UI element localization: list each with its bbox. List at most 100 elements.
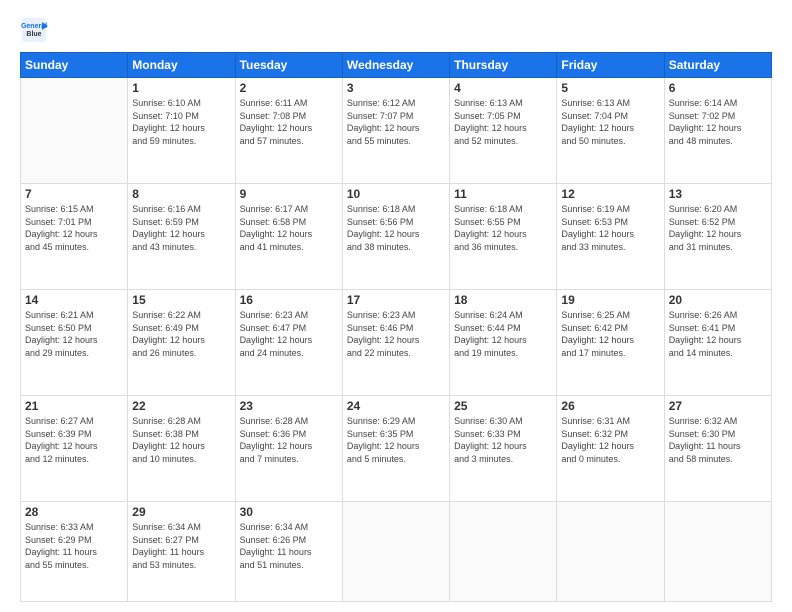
- calendar-cell: 22 Sunrise: 6:28 AM Sunset: 6:38 PM Dayli…: [128, 396, 235, 502]
- day-number: 22: [132, 399, 230, 413]
- calendar-cell: 24 Sunrise: 6:29 AM Sunset: 6:35 PM Dayli…: [342, 396, 449, 502]
- calendar-week-3: 14 Sunrise: 6:21 AM Sunset: 6:50 PM Dayli…: [21, 290, 772, 396]
- calendar-header-friday: Friday: [557, 53, 664, 78]
- day-info: Sunrise: 6:18 AM Sunset: 6:56 PM Dayligh…: [347, 203, 445, 253]
- calendar-cell: [450, 502, 557, 602]
- calendar-week-4: 21 Sunrise: 6:27 AM Sunset: 6:39 PM Dayli…: [21, 396, 772, 502]
- day-number: 11: [454, 187, 552, 201]
- day-number: 27: [669, 399, 767, 413]
- day-info: Sunrise: 6:21 AM Sunset: 6:50 PM Dayligh…: [25, 309, 123, 359]
- calendar-week-5: 28 Sunrise: 6:33 AM Sunset: 6:29 PM Dayli…: [21, 502, 772, 602]
- day-info: Sunrise: 6:14 AM Sunset: 7:02 PM Dayligh…: [669, 97, 767, 147]
- day-info: Sunrise: 6:25 AM Sunset: 6:42 PM Dayligh…: [561, 309, 659, 359]
- calendar-cell: 1 Sunrise: 6:10 AM Sunset: 7:10 PM Daylig…: [128, 78, 235, 184]
- day-info: Sunrise: 6:22 AM Sunset: 6:49 PM Dayligh…: [132, 309, 230, 359]
- day-number: 20: [669, 293, 767, 307]
- day-info: Sunrise: 6:20 AM Sunset: 6:52 PM Dayligh…: [669, 203, 767, 253]
- calendar-cell: [342, 502, 449, 602]
- day-number: 26: [561, 399, 659, 413]
- day-info: Sunrise: 6:15 AM Sunset: 7:01 PM Dayligh…: [25, 203, 123, 253]
- day-info: Sunrise: 6:26 AM Sunset: 6:41 PM Dayligh…: [669, 309, 767, 359]
- day-info: Sunrise: 6:28 AM Sunset: 6:36 PM Dayligh…: [240, 415, 338, 465]
- calendar-cell: [557, 502, 664, 602]
- calendar-header-row: SundayMondayTuesdayWednesdayThursdayFrid…: [21, 53, 772, 78]
- logo: General Blue: [20, 16, 52, 44]
- calendar-cell: 19 Sunrise: 6:25 AM Sunset: 6:42 PM Dayli…: [557, 290, 664, 396]
- calendar-cell: 11 Sunrise: 6:18 AM Sunset: 6:55 PM Dayli…: [450, 184, 557, 290]
- day-number: 17: [347, 293, 445, 307]
- day-info: Sunrise: 6:16 AM Sunset: 6:59 PM Dayligh…: [132, 203, 230, 253]
- calendar-cell: 5 Sunrise: 6:13 AM Sunset: 7:04 PM Daylig…: [557, 78, 664, 184]
- calendar-cell: 2 Sunrise: 6:11 AM Sunset: 7:08 PM Daylig…: [235, 78, 342, 184]
- calendar-cell: [21, 78, 128, 184]
- day-number: 8: [132, 187, 230, 201]
- day-number: 21: [25, 399, 123, 413]
- calendar-cell: 4Sunrise: 6:13 AM Sunset: 7:05 PM Daylig…: [450, 78, 557, 184]
- day-info: Sunrise: 6:10 AM Sunset: 7:10 PM Dayligh…: [132, 97, 230, 147]
- day-number: 16: [240, 293, 338, 307]
- day-info: Sunrise: 6:29 AM Sunset: 6:35 PM Dayligh…: [347, 415, 445, 465]
- calendar-cell: 13Sunrise: 6:20 AM Sunset: 6:52 PM Dayli…: [664, 184, 771, 290]
- day-info: Sunrise: 6:31 AM Sunset: 6:32 PM Dayligh…: [561, 415, 659, 465]
- day-number: 3: [347, 81, 445, 95]
- day-info: Sunrise: 6:24 AM Sunset: 6:44 PM Dayligh…: [454, 309, 552, 359]
- day-number: 29: [132, 505, 230, 519]
- calendar-cell: 10Sunrise: 6:18 AM Sunset: 6:56 PM Dayli…: [342, 184, 449, 290]
- day-info: Sunrise: 6:34 AM Sunset: 6:26 PM Dayligh…: [240, 521, 338, 571]
- day-info: Sunrise: 6:33 AM Sunset: 6:29 PM Dayligh…: [25, 521, 123, 571]
- day-info: Sunrise: 6:34 AM Sunset: 6:27 PM Dayligh…: [132, 521, 230, 571]
- day-info: Sunrise: 6:27 AM Sunset: 6:39 PM Dayligh…: [25, 415, 123, 465]
- day-number: 23: [240, 399, 338, 413]
- calendar-cell: 21 Sunrise: 6:27 AM Sunset: 6:39 PM Dayli…: [21, 396, 128, 502]
- calendar-cell: [664, 502, 771, 602]
- day-info: Sunrise: 6:23 AM Sunset: 6:46 PM Dayligh…: [347, 309, 445, 359]
- day-number: 18: [454, 293, 552, 307]
- day-info: Sunrise: 6:23 AM Sunset: 6:47 PM Dayligh…: [240, 309, 338, 359]
- day-number: 24: [347, 399, 445, 413]
- day-info: Sunrise: 6:13 AM Sunset: 7:05 PM Dayligh…: [454, 97, 552, 147]
- day-number: 19: [561, 293, 659, 307]
- day-number: 5: [561, 81, 659, 95]
- day-number: 28: [25, 505, 123, 519]
- calendar-cell: 7 Sunrise: 6:15 AM Sunset: 7:01 PM Daylig…: [21, 184, 128, 290]
- day-number: 30: [240, 505, 338, 519]
- calendar-cell: 20 Sunrise: 6:26 AM Sunset: 6:41 PM Dayli…: [664, 290, 771, 396]
- day-info: Sunrise: 6:19 AM Sunset: 6:53 PM Dayligh…: [561, 203, 659, 253]
- day-number: 1: [132, 81, 230, 95]
- day-number: 25: [454, 399, 552, 413]
- day-info: Sunrise: 6:18 AM Sunset: 6:55 PM Dayligh…: [454, 203, 552, 253]
- calendar-cell: 3 Sunrise: 6:12 AM Sunset: 7:07 PM Daylig…: [342, 78, 449, 184]
- day-info: Sunrise: 6:30 AM Sunset: 6:33 PM Dayligh…: [454, 415, 552, 465]
- calendar-header-tuesday: Tuesday: [235, 53, 342, 78]
- calendar-header-monday: Monday: [128, 53, 235, 78]
- svg-text:Blue: Blue: [26, 31, 41, 38]
- calendar-cell: 6Sunrise: 6:14 AM Sunset: 7:02 PM Daylig…: [664, 78, 771, 184]
- day-info: Sunrise: 6:11 AM Sunset: 7:08 PM Dayligh…: [240, 97, 338, 147]
- day-info: Sunrise: 6:13 AM Sunset: 7:04 PM Dayligh…: [561, 97, 659, 147]
- calendar-header-saturday: Saturday: [664, 53, 771, 78]
- day-number: 14: [25, 293, 123, 307]
- day-info: Sunrise: 6:28 AM Sunset: 6:38 PM Dayligh…: [132, 415, 230, 465]
- page: General Blue SundayMondayTuesdayWednesda…: [0, 0, 792, 612]
- calendar-header-wednesday: Wednesday: [342, 53, 449, 78]
- calendar-cell: 16 Sunrise: 6:23 AM Sunset: 6:47 PM Dayli…: [235, 290, 342, 396]
- day-number: 2: [240, 81, 338, 95]
- day-number: 9: [240, 187, 338, 201]
- calendar-cell: 15Sunrise: 6:22 AM Sunset: 6:49 PM Dayli…: [128, 290, 235, 396]
- calendar-cell: 28 Sunrise: 6:33 AM Sunset: 6:29 PM Dayli…: [21, 502, 128, 602]
- calendar-cell: 30 Sunrise: 6:34 AM Sunset: 6:26 PM Dayli…: [235, 502, 342, 602]
- calendar-cell: 18 Sunrise: 6:24 AM Sunset: 6:44 PM Dayli…: [450, 290, 557, 396]
- calendar-cell: 8 Sunrise: 6:16 AM Sunset: 6:59 PM Daylig…: [128, 184, 235, 290]
- calendar-cell: 29 Sunrise: 6:34 AM Sunset: 6:27 PM Dayli…: [128, 502, 235, 602]
- day-number: 12: [561, 187, 659, 201]
- calendar-header-sunday: Sunday: [21, 53, 128, 78]
- day-number: 7: [25, 187, 123, 201]
- calendar-cell: 26 Sunrise: 6:31 AM Sunset: 6:32 PM Dayli…: [557, 396, 664, 502]
- day-info: Sunrise: 6:32 AM Sunset: 6:30 PM Dayligh…: [669, 415, 767, 465]
- day-info: Sunrise: 6:12 AM Sunset: 7:07 PM Dayligh…: [347, 97, 445, 147]
- calendar-cell: 23 Sunrise: 6:28 AM Sunset: 6:36 PM Dayli…: [235, 396, 342, 502]
- header: General Blue: [20, 16, 772, 44]
- calendar-week-1: 1 Sunrise: 6:10 AM Sunset: 7:10 PM Daylig…: [21, 78, 772, 184]
- calendar-cell: 27 Sunrise: 6:32 AM Sunset: 6:30 PM Dayli…: [664, 396, 771, 502]
- day-info: Sunrise: 6:17 AM Sunset: 6:58 PM Dayligh…: [240, 203, 338, 253]
